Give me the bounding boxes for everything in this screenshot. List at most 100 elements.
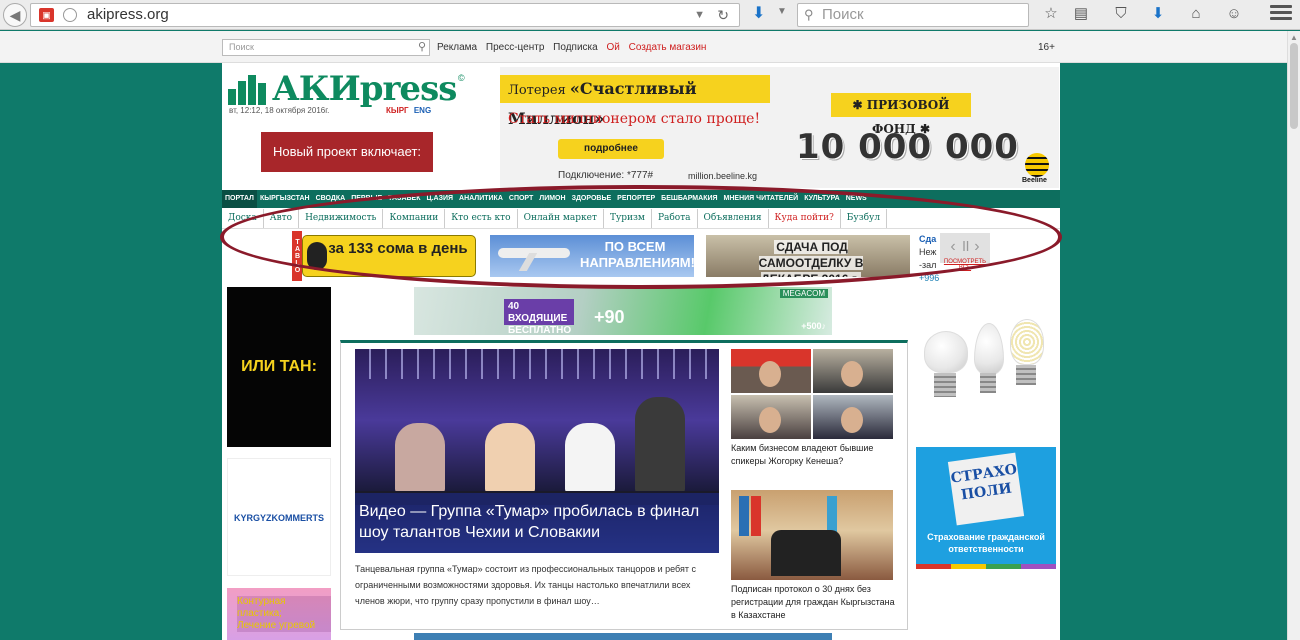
nav-item-news[interactable]: NEWS [843, 190, 870, 208]
link-create-shop[interactable]: Создать магазин [629, 42, 707, 53]
subnav-item-buzbul[interactable]: Бузбул [841, 209, 888, 228]
nav-item-svodka[interactable]: СВОДКА [313, 190, 349, 208]
nav-item-culture[interactable]: КУЛЬТУРА [801, 190, 843, 208]
news-item-title-protocol[interactable]: Подписан протокол о 30 днях без регистра… [731, 583, 901, 622]
logo-columns-icon [228, 75, 270, 105]
jury-member-1 [395, 423, 445, 493]
site-search-placeholder: Поиск [229, 42, 254, 52]
jury-member-3 [565, 423, 615, 493]
news-item-image-protocol[interactable] [731, 490, 893, 580]
bulb-base-icon [934, 373, 956, 397]
featured-news-image[interactable]: Видео — Группа «Тумар» пробилась в финал… [355, 349, 719, 553]
menu-icon[interactable] [1270, 5, 1292, 23]
downloads-icon[interactable]: ⬇ [1148, 4, 1168, 24]
reload-icon[interactable]: ↻ [717, 4, 729, 26]
subnav-item-companies[interactable]: Компании [383, 209, 446, 228]
megacom-free-label: 40 ВХОДЯЩИЕ БЕСПЛАТНО [504, 299, 574, 335]
lottery-more-button[interactable]: подробнее [558, 139, 664, 159]
tablo-item-flights[interactable]: ПО ВСЕМ НАПРАВЛЕНИЯМ! [490, 235, 694, 277]
nav-item-opinions[interactable]: МНЕНИЯ ЧИТАТЕЛЕЙ [721, 190, 802, 208]
left-ad-kyrgyzkommerts[interactable]: KYRGYZKOMMERTS [227, 458, 331, 576]
bookmark-star-icon[interactable]: ☆ [1041, 4, 1061, 24]
search-icon[interactable]: ⚲ [418, 40, 426, 55]
flag-icon [751, 496, 761, 536]
bottom-ad-banner[interactable] [414, 633, 832, 640]
beeline-logo-icon [1025, 153, 1049, 177]
browser-toolbar: ◀ ▣ akipress.org ▼ ↻ ⬇ ▼ ⚲ Поиск ☆ ▤ ⛉ ⬇… [0, 0, 1300, 30]
left-ad-ili-tan[interactable]: ИЛИ ТАН: [227, 287, 331, 447]
logo-area[interactable]: АКИpress © вт, 12:12, 18 октября 2016г. … [222, 63, 500, 188]
prize-fund-label: ✱ ПРИЗОВОЙ ФОНД ✱ [831, 93, 971, 136]
tablo-view-all-link[interactable]: ПОСМОТРЕТЬ ВСЕ [942, 259, 988, 271]
home-icon[interactable]: ⌂ [1186, 4, 1206, 24]
right-ad-insurance[interactable]: СТРАХО ПОЛИ Страхование гражданской отве… [916, 447, 1056, 569]
lottery-banner[interactable]: Лотерея «Счастливый Миллион» Стать милли… [500, 67, 1059, 188]
lang-en-link[interactable]: ENG [414, 106, 431, 115]
scrollbar-thumb[interactable] [1290, 43, 1298, 129]
subnav-item-who-is-who[interactable]: Кто есть кто [445, 209, 518, 228]
left-ad-cosmetology[interactable]: Контурная пластика; Лечение угревой [227, 588, 331, 640]
subnav-item-online-market[interactable]: Онлайн маркет [518, 209, 604, 228]
nav-item-pervye[interactable]: ПЕРВЫЕ [348, 190, 385, 208]
back-button[interactable]: ◀ [3, 3, 27, 27]
megacom-plus-label: +90 [594, 307, 625, 327]
left-ad-cosmetology-line2: Лечение угревой [237, 620, 331, 632]
pocket-icon[interactable]: ⛉ [1111, 4, 1131, 24]
nav-item-portal[interactable]: ПОРТАЛ [222, 190, 257, 208]
speaker-photo-1 [731, 349, 811, 393]
light-bulb-icon [924, 331, 968, 373]
insurance-color-bar [916, 564, 1056, 569]
language-switch: КЫРГ ENG [386, 106, 431, 115]
subnav-item-where-to-go[interactable]: Куда пойти? [769, 209, 841, 228]
current-date: вт, 12:12, 18 октября 2016г. [229, 106, 330, 115]
reading-list-icon[interactable]: ▤ [1071, 4, 1091, 24]
logo-copyright: © [458, 73, 465, 83]
new-project-banner[interactable]: Новый проект включает: [261, 132, 433, 172]
link-press-center[interactable]: Пресс-центр [486, 42, 544, 53]
search-icon: ⚲ [804, 7, 814, 22]
link-advertising[interactable]: Реклама [437, 42, 477, 53]
led-bulb-icon [1010, 319, 1044, 365]
news-item-title-speakers[interactable]: Каким бизнесом владеют бывшие спикеры Жо… [731, 442, 901, 468]
megacom-banner[interactable]: 40 ВХОДЯЩИЕ БЕСПЛАТНО +90 MEGACOM +500♪ [414, 287, 832, 335]
chevron-down-icon[interactable]: ▼ [694, 4, 705, 26]
download-icon[interactable]: ⬇ [752, 3, 765, 23]
nav-item-health[interactable]: ЗДОРОВЬЕ [569, 190, 615, 208]
download-dropdown-icon[interactable]: ▼ [777, 6, 787, 17]
featured-news-block: Видео — Группа «Тумар» пробилась в финал… [340, 340, 908, 630]
site-search-input[interactable]: Поиск ⚲ [222, 39, 430, 56]
link-oi[interactable]: Ой [606, 42, 619, 53]
lang-kg-link[interactable]: КЫРГ [386, 106, 409, 115]
tablo-item-realty[interactable]: СДАЧА ПОД САМООТДЕЛКУ В ДЕКАБРЕ 2016 г. [706, 235, 910, 277]
lottery-url: million.beeline.kg [688, 171, 758, 181]
flag-icon [739, 496, 749, 536]
tablo-item-partial-line2: -зал [919, 260, 937, 270]
nav-item-tazabek[interactable]: ТАЗАБЕК [385, 190, 423, 208]
nav-item-beshbarmakia[interactable]: БЕШБАРМАКИЯ [658, 190, 720, 208]
featured-news-title[interactable]: Видео — Группа «Тумар» пробилась в финал… [355, 493, 719, 553]
nav-item-reporter[interactable]: РЕПОРТЕР [614, 190, 658, 208]
speaker-photo-2 [813, 349, 893, 393]
nav-item-analytics[interactable]: АНАЛИТИКА [456, 190, 506, 208]
scrollbar[interactable]: ▲ [1287, 31, 1300, 640]
chat-icon[interactable]: ☺ [1224, 4, 1244, 24]
subnav-item-jobs[interactable]: Работа [652, 209, 698, 228]
stage-lights [355, 349, 719, 379]
subnav-item-auto[interactable]: Авто [264, 209, 300, 228]
tablo-item-internet[interactable]: за 133 сома в день [302, 235, 476, 277]
nav-item-kyrgyzstan[interactable]: КЫРГЫЗСТАН [257, 190, 313, 208]
tablo-item-realty-text: СДАЧА ПОД САМООТДЕЛКУ В ДЕКАБРЕ 2016 г. [736, 239, 886, 277]
right-ad-light-bulbs[interactable] [916, 287, 1056, 437]
nav-item-c-asia[interactable]: Ц.АЗИЯ [423, 190, 456, 208]
nav-item-limon[interactable]: ЛИМОН [536, 190, 568, 208]
nav-item-sport[interactable]: СПОРТ [506, 190, 536, 208]
link-subscription[interactable]: Подписка [553, 42, 598, 53]
subnav-item-tourism[interactable]: Туризм [604, 209, 652, 228]
address-bar[interactable]: ▣ akipress.org ▼ ↻ [30, 3, 740, 27]
browser-search-input[interactable]: ⚲ Поиск [797, 3, 1029, 27]
subnav-item-realty[interactable]: Недвижимость [299, 209, 384, 228]
subnav-item-board[interactable]: Доска [222, 209, 264, 228]
subnav-item-ads[interactable]: Объявления [698, 209, 769, 228]
scroll-up-icon[interactable]: ▲ [1290, 33, 1298, 42]
news-item-image-speakers[interactable] [731, 349, 893, 439]
